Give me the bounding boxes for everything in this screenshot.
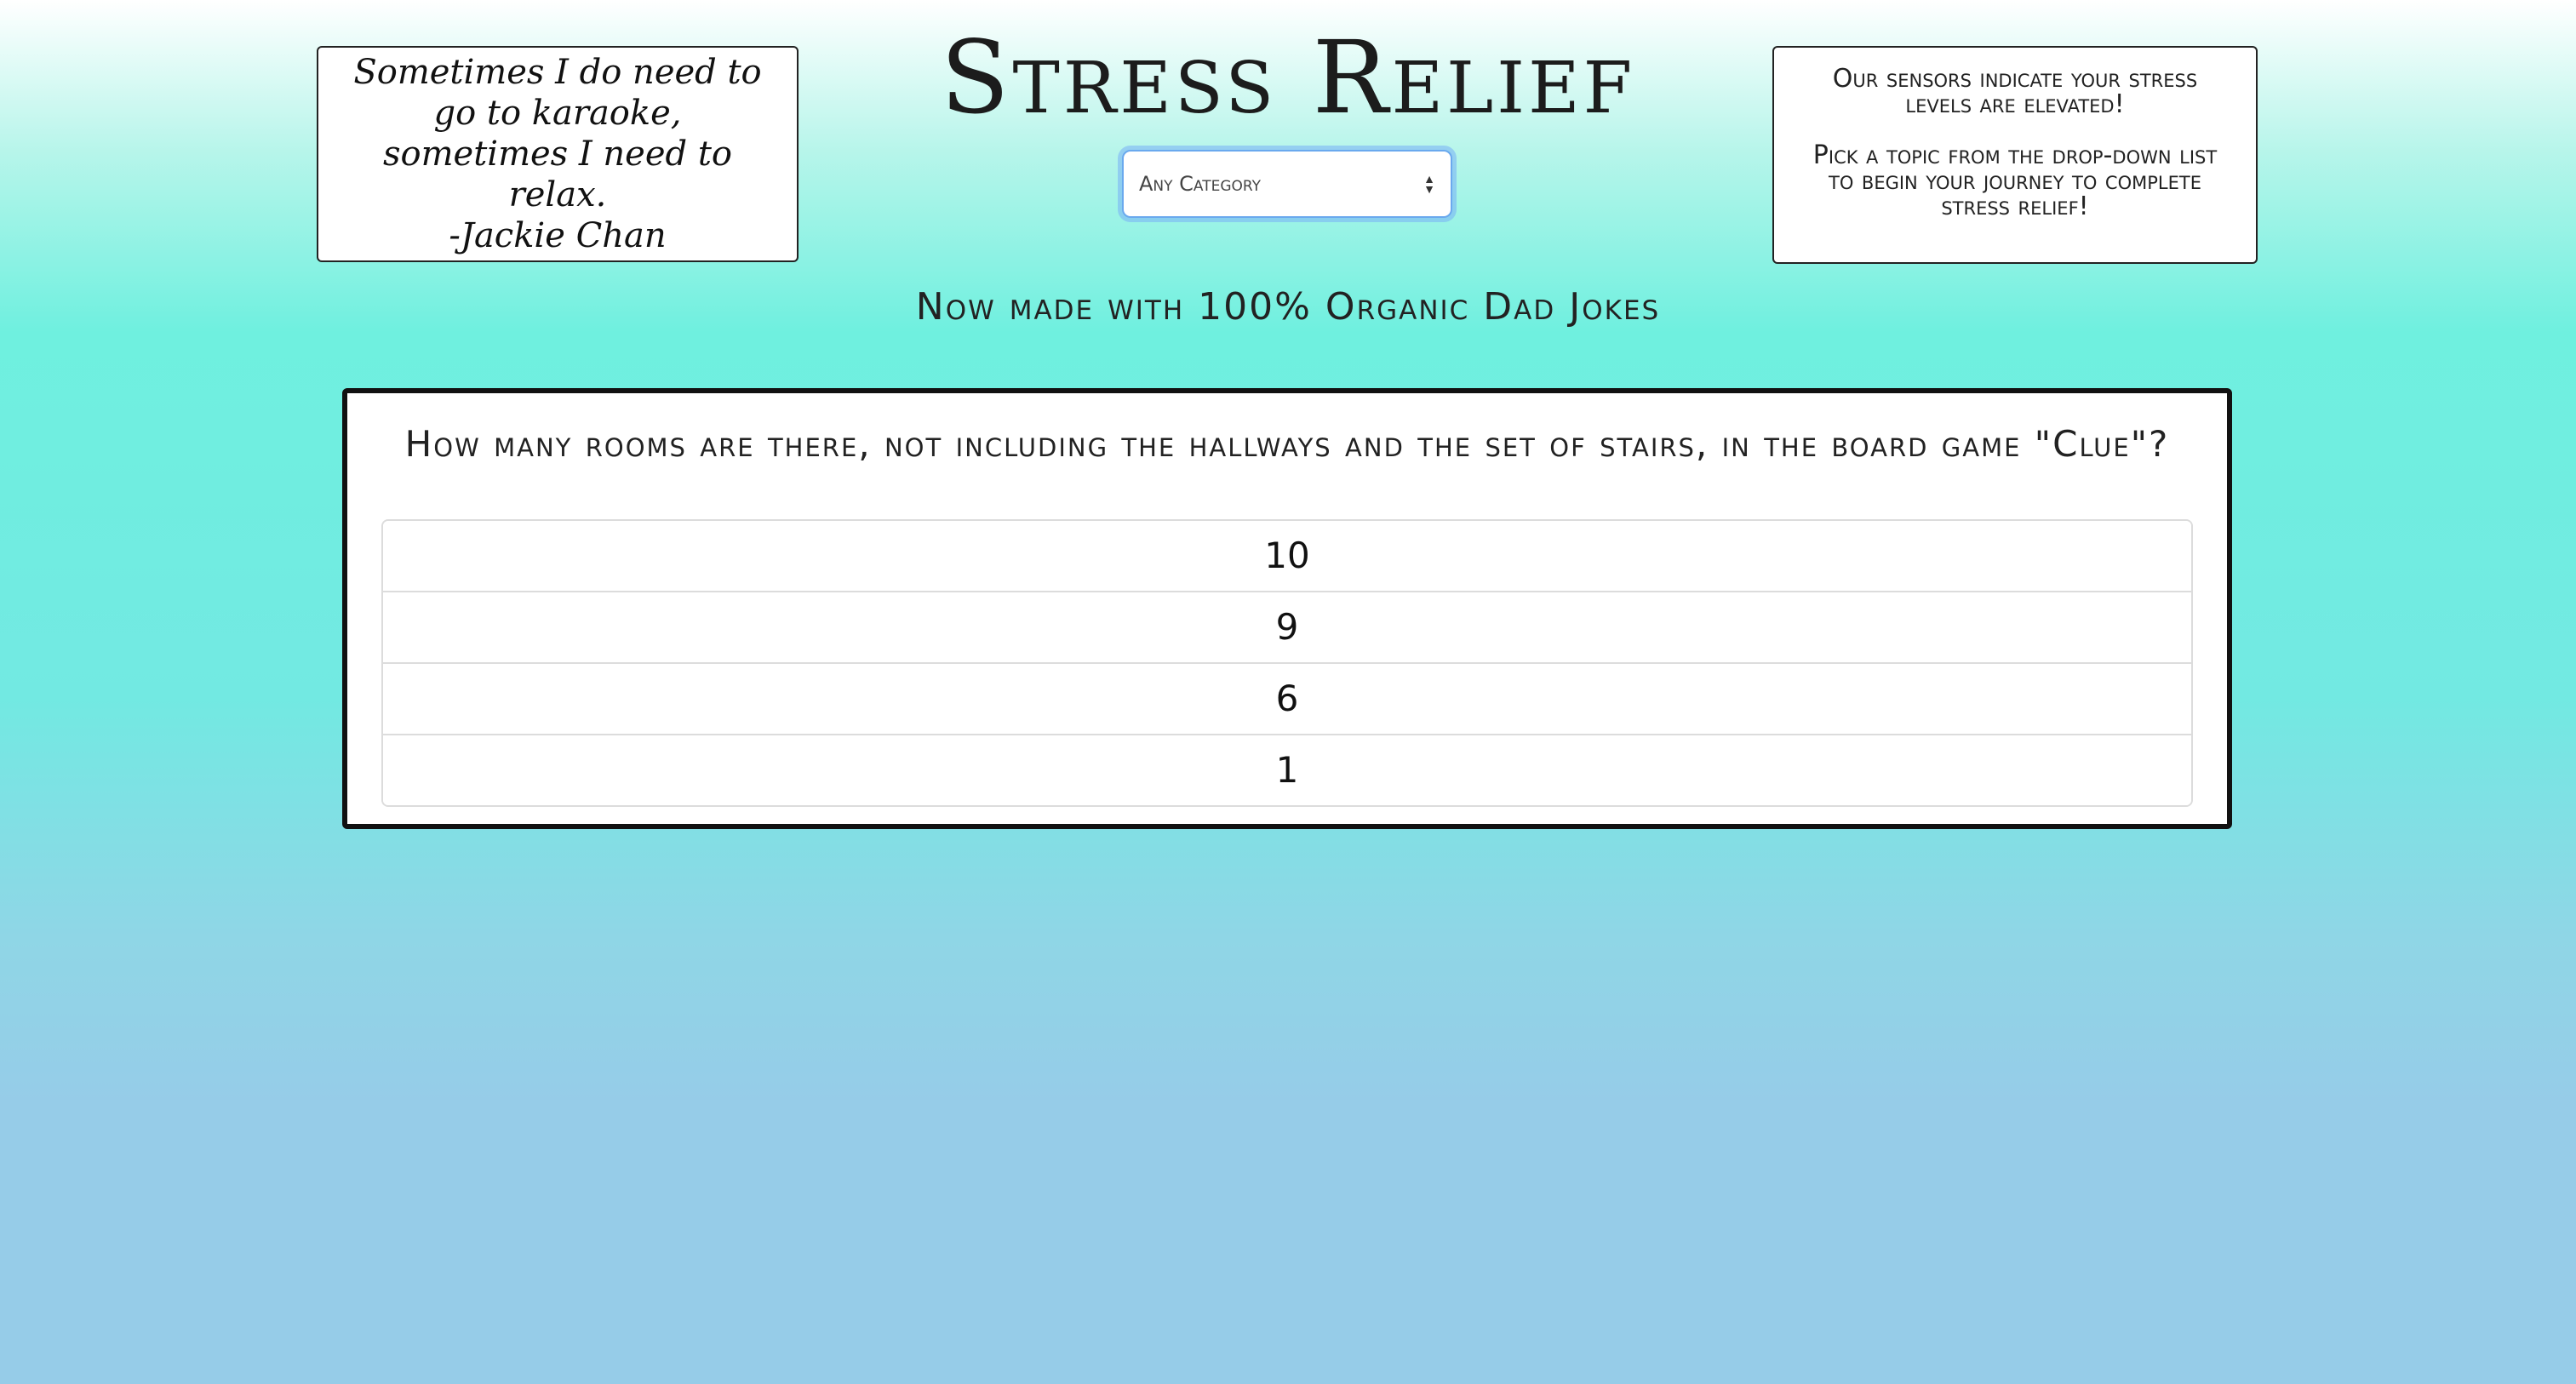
info-box: Our sensors indicate your stress levels … <box>1772 46 2258 264</box>
tagline: Now made with 100% Organic Dad Jokes <box>915 285 1661 329</box>
answer-list: 10 9 6 1 <box>381 519 2193 807</box>
category-select-value: Any Category <box>1139 172 1262 196</box>
question-text: How many rooms are there, not including … <box>404 423 2170 465</box>
answer-option[interactable]: 9 <box>383 592 2191 664</box>
answer-option[interactable]: 1 <box>383 735 2191 805</box>
question-card: How many rooms are there, not including … <box>342 388 2232 829</box>
answer-option[interactable]: 6 <box>383 664 2191 735</box>
updown-arrows-icon: ▲ ▼ <box>1423 172 1435 196</box>
info-line-2: Pick a topic from the drop-down list to … <box>1812 140 2218 221</box>
quote-author: -Jackie Chan <box>449 216 667 255</box>
category-select[interactable]: Any Category ▲ ▼ <box>1122 150 1452 218</box>
info-line-1: Our sensors indicate your stress levels … <box>1832 64 2198 119</box>
answer-option[interactable]: 10 <box>383 521 2191 592</box>
